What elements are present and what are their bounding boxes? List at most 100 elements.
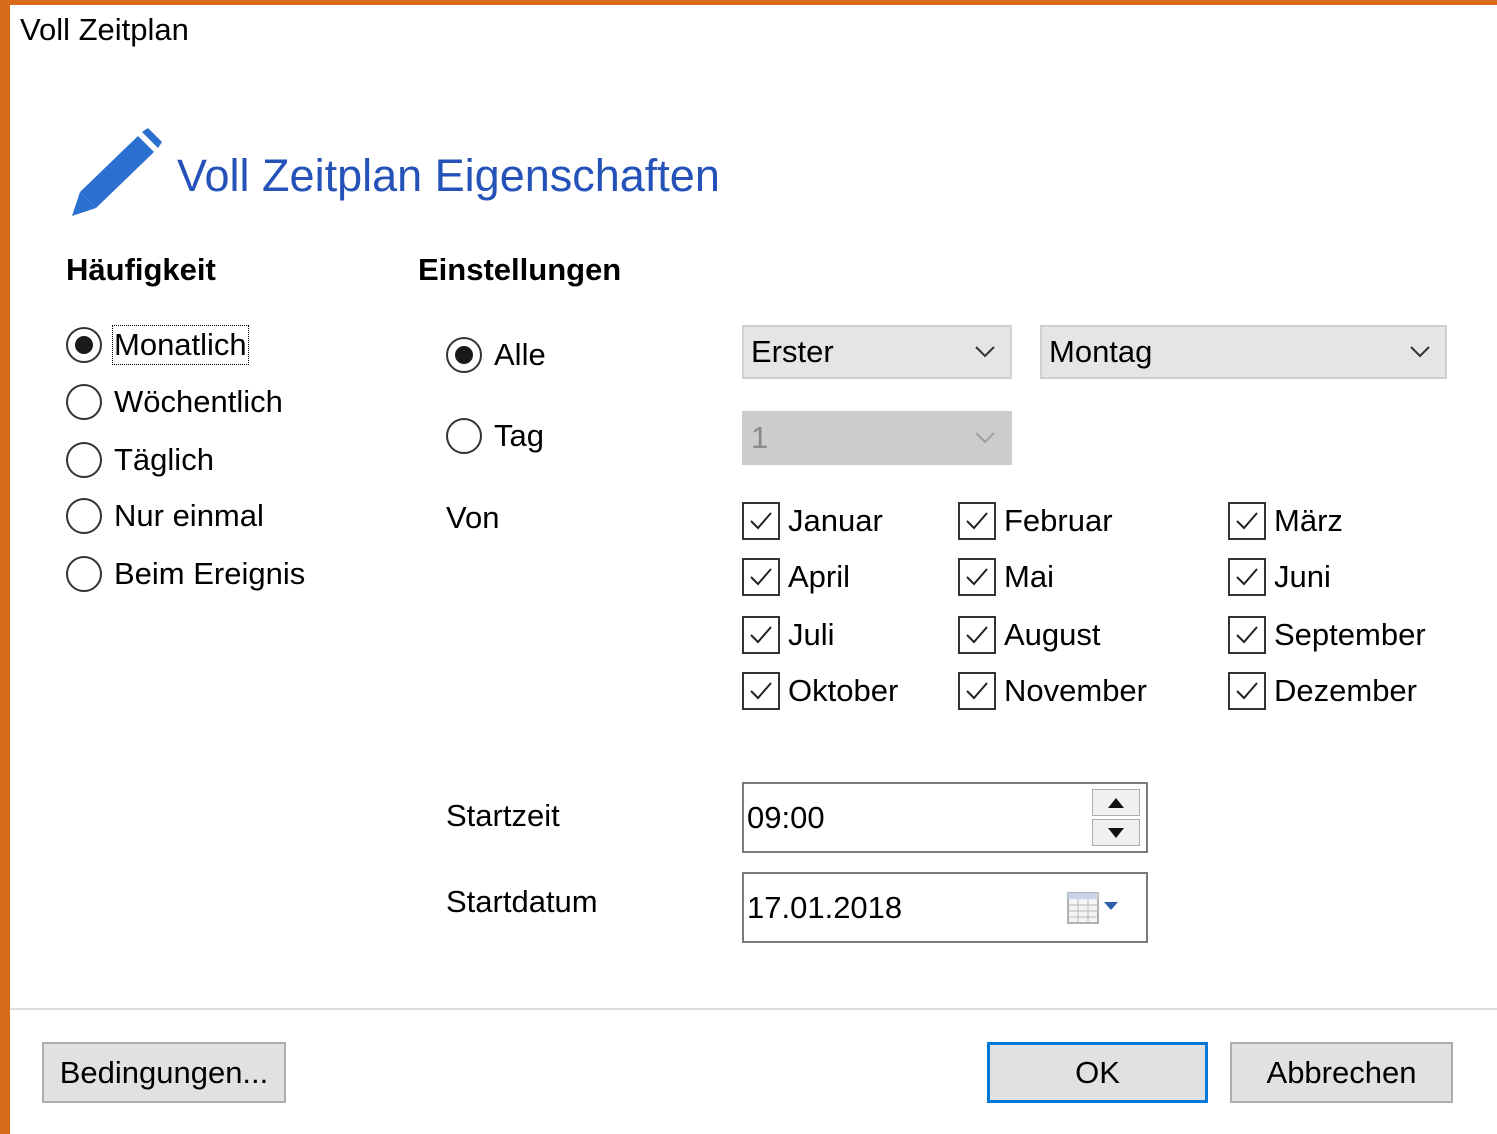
checkbox[interactable] [958,616,996,654]
checkbox[interactable] [1228,558,1266,596]
checkmark-icon [1236,682,1258,700]
checkmark-icon [1236,626,1258,644]
start-date-label: Startdatum [446,884,598,919]
day-value: 1 [751,420,769,455]
arrow-down-icon [1108,828,1124,838]
checkbox[interactable] [958,672,996,710]
radio-all[interactable]: Alle [446,337,546,373]
start-date-value: 17.01.2018 [747,889,903,925]
radio-label: Alle [494,337,546,372]
checkmark-icon [966,512,988,530]
radio-once[interactable]: Nur einmal [66,498,264,534]
checkbox-august[interactable]: August [958,616,1101,654]
calendar-dropdown-icon[interactable] [1066,890,1124,926]
frequency-section-title: Häufigkeit [66,252,216,287]
radio-button[interactable] [66,327,102,363]
checkmark-icon [750,626,772,644]
checkbox[interactable] [1228,502,1266,540]
checkbox-april[interactable]: April [742,558,850,596]
radio-day[interactable]: Tag [446,418,544,454]
window-frame-left [0,0,10,1134]
radio-monthly[interactable]: Monatlich [66,325,249,365]
checkmark-icon [750,682,772,700]
checkbox-label: Januar [788,503,883,538]
checkbox-label: September [1274,617,1426,652]
start-time-field[interactable]: 09:00 [742,782,1148,853]
settings-section-title: Einstellungen [418,252,622,287]
radio-daily[interactable]: Täglich [66,442,214,478]
checkbox-label: Februar [1004,503,1113,538]
conditions-button[interactable]: Bedingungen... [42,1042,286,1103]
day-dropdown: 1 [742,411,1012,465]
checkbox-january[interactable]: Januar [742,502,883,540]
checkbox-label: November [1004,673,1147,708]
start-time-value: 09:00 [747,799,825,835]
pencil-icon [72,128,162,216]
spin-up-button[interactable] [1092,789,1140,816]
checkbox-february[interactable]: Februar [958,502,1113,540]
weekday-value: Montag [1049,334,1153,369]
months-label: Von [446,500,500,535]
checkmark-icon [966,568,988,586]
checkbox-may[interactable]: Mai [958,558,1054,596]
checkmark-icon [750,512,772,530]
radio-weekly[interactable]: Wöchentlich [66,384,283,420]
checkbox-label: Oktober [788,673,899,708]
checkmark-icon [1236,512,1258,530]
radio-button[interactable] [66,556,102,592]
checkbox[interactable] [958,502,996,540]
checkbox[interactable] [742,502,780,540]
radio-label: Täglich [114,442,214,477]
radio-label: Monatlich [112,325,249,365]
checkmark-icon [750,568,772,586]
footer-divider [10,1008,1497,1010]
window-title: Voll Zeitplan [20,12,189,47]
arrow-up-icon [1108,798,1124,808]
checkbox-label: März [1274,503,1343,538]
radio-label: Wöchentlich [114,384,283,419]
start-time-label: Startzeit [446,798,560,833]
radio-label: Tag [494,418,544,453]
checkbox-december[interactable]: Dezember [1228,672,1417,710]
checkbox-label: Juli [788,617,835,652]
occurrence-value: Erster [751,334,834,369]
checkbox-september[interactable]: September [1228,616,1426,654]
weekday-dropdown[interactable]: Montag [1040,325,1447,379]
chevron-down-icon [1410,346,1430,358]
cancel-button[interactable]: Abbrechen [1230,1042,1453,1103]
checkbox-label: August [1004,617,1101,652]
spin-down-button[interactable] [1092,819,1140,846]
radio-button[interactable] [66,498,102,534]
checkbox[interactable] [742,672,780,710]
radio-on-event[interactable]: Beim Ereignis [66,556,305,592]
radio-button[interactable] [66,384,102,420]
radio-label: Beim Ereignis [114,556,306,591]
checkbox[interactable] [742,558,780,596]
radio-label: Nur einmal [114,498,264,533]
radio-button[interactable] [66,442,102,478]
ok-button[interactable]: OK [987,1042,1208,1103]
checkbox-march[interactable]: März [1228,502,1343,540]
occurrence-dropdown[interactable]: Erster [742,325,1012,379]
checkbox-label: Mai [1004,559,1054,594]
checkbox[interactable] [958,558,996,596]
checkbox-label: Juni [1274,559,1331,594]
checkmark-icon [966,682,988,700]
checkbox-november[interactable]: November [958,672,1147,710]
checkbox-june[interactable]: Juni [1228,558,1331,596]
radio-button[interactable] [446,418,482,454]
checkbox-label: Dezember [1274,673,1417,708]
radio-button[interactable] [446,337,482,373]
checkbox[interactable] [1228,672,1266,710]
checkbox-july[interactable]: Juli [742,616,835,654]
checkmark-icon [1236,568,1258,586]
start-date-field[interactable]: 17.01.2018 [742,872,1148,943]
time-spinner[interactable] [1092,789,1140,847]
checkbox[interactable] [742,616,780,654]
chevron-down-icon [975,432,995,444]
chevron-down-icon [975,346,995,358]
checkbox[interactable] [1228,616,1266,654]
checkbox-october[interactable]: Oktober [742,672,898,710]
window-frame-top [0,0,1497,5]
checkbox-label: April [788,559,851,594]
